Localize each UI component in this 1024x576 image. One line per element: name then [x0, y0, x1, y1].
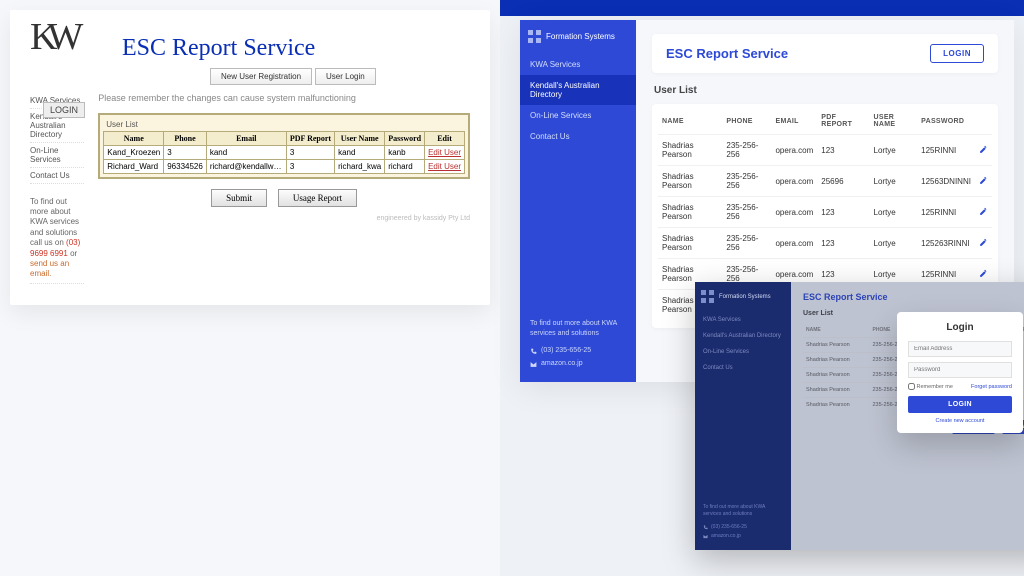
legacy-table: NamePhoneEmailPDF ReportUser NamePasswor…: [103, 131, 465, 174]
sidebar-footnote: To find out more about KWA services and …: [520, 309, 636, 382]
sidebar-item[interactable]: Contact Us: [695, 360, 791, 376]
submit-button[interactable]: Submit: [211, 189, 267, 207]
legacy-warning: Please remember the changes can cause sy…: [98, 93, 470, 103]
column-header: Phone: [164, 131, 207, 145]
modal-title: Login: [908, 322, 1012, 333]
dark-panel: Formation Systems KWA ServicesKendall's …: [695, 282, 1024, 550]
column-header: Edit: [425, 131, 465, 145]
column-header: PHONE: [722, 108, 771, 135]
modern-sidebar: Formation Systems KWA ServicesKendall's …: [520, 20, 636, 382]
mail-icon: [703, 534, 708, 539]
sidebar-item[interactable]: On-Line Services: [30, 143, 84, 168]
remember-me[interactable]: Remember me: [908, 383, 953, 390]
table-row: Shadrias Pearson235-256-256opera.com123L…: [658, 135, 992, 166]
legacy-panel: KW ESC Report Service LOGIN New User Reg…: [10, 10, 490, 305]
edit-icon[interactable]: [979, 269, 988, 278]
legacy-table-wrap: User List NamePhoneEmailPDF ReportUser N…: [98, 113, 470, 179]
login-button[interactable]: LOGIN: [930, 44, 984, 63]
column-header: User Name: [335, 131, 385, 145]
usage-report-button[interactable]: Usage Report: [278, 189, 357, 207]
table-row: Shadrias Pearson235-256-256opera.com123L…: [658, 197, 992, 228]
legacy-blurb: To find out more about KWA services and …: [30, 194, 84, 284]
brand-icon: [528, 30, 542, 44]
phone-line: (03) 235-656-25: [530, 346, 626, 356]
brand-icon: [701, 290, 715, 304]
sidebar-item[interactable]: Kendall's Australian Directory: [695, 328, 791, 344]
sidebar-item[interactable]: Contact Us: [520, 126, 636, 147]
edit-icon[interactable]: [979, 207, 988, 216]
remember-checkbox[interactable]: [908, 383, 915, 390]
column-header: PDF Report: [286, 131, 334, 145]
table-row: Kand_Kroezen3kand3kandkanbEdit User: [104, 145, 465, 159]
forgot-password-link[interactable]: Forget password: [971, 384, 1012, 390]
sidebar-item[interactable]: KWA Services: [695, 312, 791, 328]
top-blue-bar: [500, 0, 1024, 16]
column-header: Name: [104, 131, 164, 145]
header-card: ESC Report Service LOGIN: [652, 34, 998, 73]
sidebar-item[interactable]: On-Line Services: [520, 105, 636, 126]
modal-login-button[interactable]: LOGIN: [908, 396, 1012, 413]
dark-sidebar: Formation Systems KWA ServicesKendall's …: [695, 282, 791, 550]
phone-icon: [530, 348, 537, 355]
brand: Formation Systems: [520, 20, 636, 54]
login-modal: Login Remember me Forget password LOGIN …: [897, 312, 1023, 433]
column-header: USER NAME: [870, 108, 918, 135]
tab-user-login[interactable]: User Login: [315, 68, 376, 85]
sidebar-item[interactable]: KWA Services: [520, 54, 636, 75]
edit-icon[interactable]: [979, 176, 988, 185]
sidebar-item[interactable]: On-Line Services: [695, 344, 791, 360]
legacy-title: ESC Report Service: [122, 35, 470, 62]
column-header: Password: [385, 131, 425, 145]
table-row: Shadrias Pearson235-256-256opera.com123L…: [658, 228, 992, 259]
column-header: PDF REPORT: [817, 108, 869, 135]
brand-text: Formation Systems: [546, 33, 615, 42]
mail-icon: [530, 361, 537, 368]
table-row: Shadrias Pearson235-256-256opera.com2569…: [658, 166, 992, 197]
column-header: PASSWORD: [917, 108, 975, 135]
page-title: ESC Report Service: [666, 46, 788, 61]
email-field[interactable]: [908, 341, 1012, 357]
legacy-login-label: LOGIN: [43, 102, 85, 118]
legacy-footer: engineered by kassidy Pty Ltd: [98, 215, 470, 222]
edit-icon[interactable]: [979, 238, 988, 247]
password-field[interactable]: [908, 362, 1012, 378]
phone-icon: [703, 525, 708, 530]
section-label: User List: [654, 85, 998, 96]
dark-sidebar-foot: To find out more about KWA services and …: [695, 496, 791, 550]
table-row: Richard_Ward96334526richard@kendallward.…: [104, 159, 465, 173]
brand: Formation Systems: [695, 282, 791, 312]
tab-new-user[interactable]: New User Registration: [210, 68, 312, 85]
edit-user-link[interactable]: Edit User: [428, 162, 461, 171]
legacy-sidebar: KWA Services Kendall's Australian Direct…: [30, 93, 84, 284]
sidebar-item[interactable]: Kendall's Australian Directory: [520, 75, 636, 105]
legacy-table-label: User List: [103, 118, 465, 131]
edit-user-link[interactable]: Edit User: [428, 148, 461, 157]
sidebar-item[interactable]: Contact Us: [30, 168, 84, 184]
column-header: EMAIL: [771, 108, 817, 135]
email-line: amazon.co.jp: [530, 359, 626, 369]
column-header: NAME: [658, 108, 722, 135]
column-header: Email: [206, 131, 286, 145]
edit-icon[interactable]: [979, 145, 988, 154]
create-account-link[interactable]: Create new account: [908, 418, 1012, 424]
